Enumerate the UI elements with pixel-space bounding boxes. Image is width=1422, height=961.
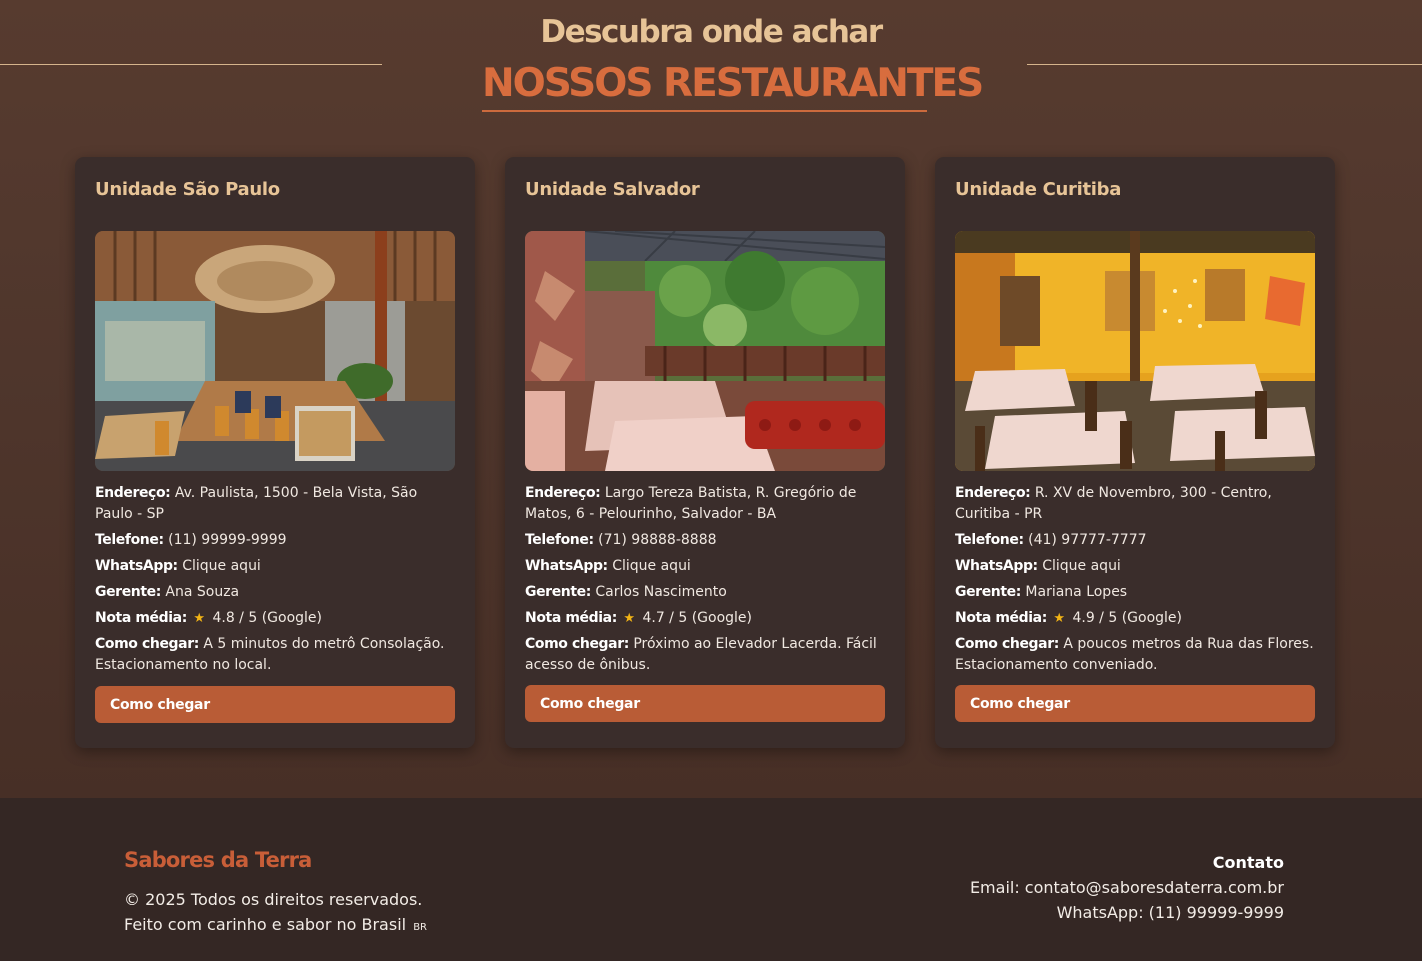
- directions-button[interactable]: Como chegar: [955, 685, 1315, 722]
- rating-value: 4.9 / 5 (Google): [1072, 610, 1183, 626]
- restaurant-info: Endereço: Av. Paulista, 1500 - Bela Vist…: [95, 483, 455, 681]
- star-icon: ★: [193, 611, 206, 626]
- star-icon: ★: [623, 611, 636, 626]
- card-title: Unidade Curitiba: [955, 179, 1122, 200]
- manager-value: Mariana Lopes: [1025, 584, 1128, 600]
- directions-button[interactable]: Como chegar: [525, 685, 885, 722]
- restaurant-photo: [955, 231, 1315, 471]
- whatsapp-line: WhatsApp: Clique aqui: [95, 558, 261, 574]
- contact-title: Contato: [1212, 853, 1284, 872]
- footer-contact: Contato Email: contato@saboresdaterra.co…: [970, 850, 1284, 925]
- directions-line: Como chegar: A poucos metros da Rua das …: [955, 636, 1314, 673]
- contact-whatsapp[interactable]: WhatsApp: (11) 99999-9999: [970, 900, 1284, 925]
- directions-line: Como chegar: Próximo ao Elevador Lacerda…: [525, 636, 877, 673]
- phone-value: (71) 98888-8888: [598, 532, 717, 548]
- section-title-wrap: NOSSOS RESTAURANTES: [482, 58, 984, 112]
- restaurant-photo-image: [525, 231, 885, 471]
- restaurant-card-sao-paulo: Unidade São Paulo Endereço: Av. Paulista…: [75, 157, 475, 748]
- rating-line: Nota média: ★ 4.7 / 5 (Google): [525, 610, 753, 626]
- whatsapp-link[interactable]: Clique aqui: [182, 558, 261, 574]
- site-footer: Sabores da Terra © 2025 Todos os direito…: [0, 798, 1422, 961]
- restaurant-card-curitiba: Unidade Curitiba Endereço: R. XV de Nove…: [935, 157, 1335, 748]
- phone-line: Telefone: (71) 98888-8888: [525, 532, 717, 548]
- restaurant-photo: [525, 231, 885, 471]
- directions-button[interactable]: Como chegar: [95, 686, 455, 723]
- restaurant-photo-image: [955, 231, 1315, 471]
- whatsapp-line: WhatsApp: Clique aqui: [955, 558, 1121, 574]
- manager-value: Ana Souza: [165, 584, 240, 600]
- phone-value: (11) 99999-9999: [168, 532, 287, 548]
- directions-line: Como chegar: A 5 minutos do metrô Consol…: [95, 636, 445, 673]
- address-line: Endereço: R. XV de Novembro, 300 - Centr…: [955, 485, 1272, 522]
- made-with-line: Feito com carinho e sabor no Brasil BR: [124, 912, 427, 940]
- restaurant-photo: [95, 231, 455, 471]
- manager-value: Carlos Nascimento: [595, 584, 727, 600]
- phone-line: Telefone: (41) 97777-7777: [955, 532, 1147, 548]
- address-line: Endereço: Av. Paulista, 1500 - Bela Vist…: [95, 485, 418, 522]
- whatsapp-line: WhatsApp: Clique aqui: [525, 558, 691, 574]
- footer-info: © 2025 Todos os direitos reservados. Fei…: [124, 887, 427, 940]
- header-divider-left: [0, 64, 382, 65]
- restaurant-info: Endereço: Largo Tereza Batista, R. Gregó…: [525, 483, 885, 681]
- brazil-flag-icon: BR: [413, 922, 427, 933]
- restaurant-card-salvador: Unidade Salvador Endereço: Largo Tereza …: [505, 157, 905, 748]
- header-divider-right: [1027, 64, 1422, 65]
- footer-brand: Sabores da Terra: [124, 848, 312, 872]
- address-line: Endereço: Largo Tereza Batista, R. Gregó…: [525, 485, 857, 522]
- rating-value: 4.7 / 5 (Google): [642, 610, 753, 626]
- phone-value: (41) 97777-7777: [1028, 532, 1147, 548]
- whatsapp-link[interactable]: Clique aqui: [612, 558, 691, 574]
- rating-line: Nota média: ★ 4.9 / 5 (Google): [955, 610, 1183, 626]
- restaurants-section: Descubra onde achar NOSSOS RESTAURANTES …: [0, 0, 1422, 798]
- rating-value: 4.8 / 5 (Google): [212, 610, 323, 626]
- made-with-text: Feito com carinho e sabor no Brasil: [124, 915, 407, 934]
- whatsapp-link[interactable]: Clique aqui: [1042, 558, 1121, 574]
- restaurant-photo-image: [95, 231, 455, 471]
- contact-email[interactable]: Email: contato@saboresdaterra.com.br: [970, 875, 1284, 900]
- card-title: Unidade São Paulo: [95, 179, 280, 200]
- rating-line: Nota média: ★ 4.8 / 5 (Google): [95, 610, 323, 626]
- restaurant-info: Endereço: R. XV de Novembro, 300 - Centr…: [955, 483, 1315, 681]
- manager-line: Gerente: Ana Souza: [95, 584, 240, 600]
- section-title: NOSSOS RESTAURANTES: [482, 61, 984, 106]
- phone-line: Telefone: (11) 99999-9999: [95, 532, 287, 548]
- manager-line: Gerente: Mariana Lopes: [955, 584, 1128, 600]
- card-title: Unidade Salvador: [525, 179, 700, 200]
- manager-line: Gerente: Carlos Nascimento: [525, 584, 727, 600]
- star-icon: ★: [1053, 611, 1066, 626]
- section-subtitle: Descubra onde achar: [540, 14, 883, 50]
- copyright-text: © 2025 Todos os direitos reservados.: [124, 890, 423, 909]
